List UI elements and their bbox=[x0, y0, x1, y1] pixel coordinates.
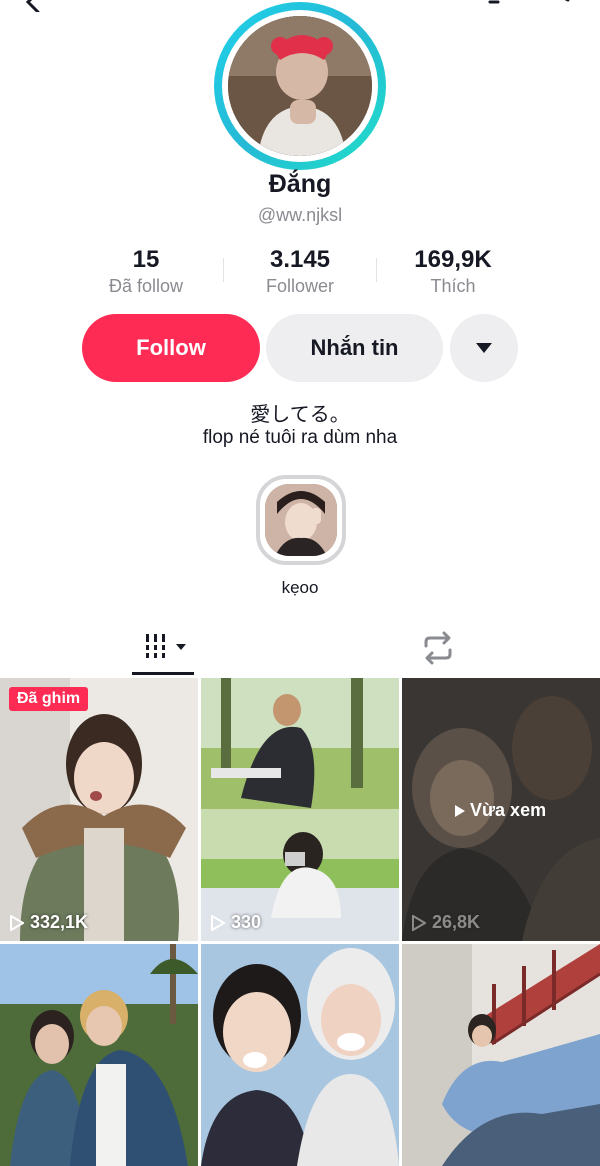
repost-icon[interactable] bbox=[418, 628, 458, 668]
recently-watched-overlay: Vừa xem bbox=[454, 800, 546, 821]
play-icon bbox=[10, 914, 24, 931]
video-thumbnail[interactable] bbox=[0, 944, 198, 1166]
share-icon[interactable] bbox=[538, 0, 572, 12]
stat-followers[interactable]: 3.145 Follower bbox=[220, 246, 380, 297]
video-grid-icon bbox=[142, 634, 186, 658]
stat-likes[interactable]: 169,9K Thích bbox=[373, 246, 533, 297]
view-count-text: 26,8K bbox=[432, 912, 481, 932]
stat-following[interactable]: 15 Đã follow bbox=[66, 246, 226, 297]
video-thumbnail[interactable]: Vừa xem 26,8K bbox=[402, 678, 600, 941]
bio-line-2: flop né tuôi ra dùm nha bbox=[202, 427, 398, 448]
highlight-label: kẹoo bbox=[281, 578, 319, 597]
profile-handle: @ww.njksl bbox=[257, 205, 343, 225]
caret-down-icon bbox=[476, 343, 492, 353]
bio-line-1: 愛してる。 bbox=[250, 404, 350, 426]
stat-value: 15 bbox=[132, 246, 160, 273]
play-icon bbox=[211, 914, 225, 931]
video-grid: Đã ghim 332,1K 330 Vừa xem 26,8K bbox=[0, 678, 600, 1166]
back-arrow-icon[interactable] bbox=[22, 0, 46, 12]
video-thumbnail[interactable] bbox=[201, 944, 399, 1166]
stat-label: Follower bbox=[265, 276, 335, 296]
content-tabs bbox=[0, 620, 600, 678]
stat-value: 3.145 bbox=[269, 246, 331, 273]
view-count-text: 330 bbox=[231, 912, 262, 932]
stat-label: Đã follow bbox=[108, 276, 184, 296]
video-thumbnail[interactable]: 330 bbox=[201, 678, 399, 941]
avatar bbox=[228, 16, 372, 156]
highlight-thumbnail bbox=[265, 484, 337, 556]
view-count: 26,8K bbox=[412, 912, 480, 933]
story-highlight[interactable] bbox=[256, 475, 346, 565]
play-icon bbox=[412, 914, 426, 931]
view-count: 332,1K bbox=[10, 912, 88, 933]
pinned-badge: Đã ghim bbox=[9, 687, 89, 711]
video-thumbnail[interactable] bbox=[402, 944, 600, 1166]
video-thumbnail[interactable]: Đã ghim 332,1K bbox=[0, 678, 198, 941]
recently-watched-text: Vừa xem bbox=[470, 800, 547, 820]
active-tab-indicator bbox=[132, 672, 194, 675]
stat-label: Thích bbox=[430, 276, 476, 296]
message-button[interactable]: Nhắn tin bbox=[266, 314, 443, 382]
tab-videos[interactable] bbox=[132, 620, 194, 678]
stat-value: 169,9K bbox=[414, 246, 492, 273]
notification-bell-icon[interactable] bbox=[478, 0, 510, 12]
view-count: 330 bbox=[211, 912, 261, 933]
more-options-button[interactable] bbox=[450, 314, 518, 382]
avatar-story-ring[interactable] bbox=[214, 2, 386, 170]
profile-name: Đắng bbox=[268, 170, 332, 198]
follow-button[interactable]: Follow bbox=[82, 314, 260, 382]
play-icon bbox=[455, 804, 465, 817]
view-count-text: 332,1K bbox=[30, 912, 89, 932]
